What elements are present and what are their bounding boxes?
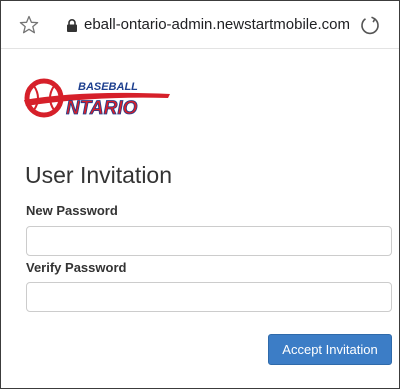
page-title: User Invitation: [25, 162, 173, 188]
reload-icon[interactable]: [359, 14, 381, 36]
star-icon[interactable]: [19, 15, 39, 35]
new-password-label: New Password: [26, 203, 118, 218]
verify-password-input[interactable]: [26, 282, 392, 312]
baseball-ontario-logo: BASEBALL NTARIO: [22, 74, 172, 120]
accept-invitation-button[interactable]: Accept Invitation: [268, 334, 392, 365]
url-text[interactable]: eball-ontario-admin.newstartmobile.com: [84, 16, 350, 33]
lock-icon[interactable]: [66, 19, 78, 32]
browser-window: eball-ontario-admin.newstartmobile.com B…: [0, 0, 400, 389]
browser-address-bar: eball-ontario-admin.newstartmobile.com: [1, 1, 399, 49]
logo-text-baseball: BASEBALL: [78, 81, 138, 93]
verify-password-label: Verify Password: [26, 260, 127, 275]
new-password-input[interactable]: [26, 226, 392, 256]
logo-text-ntario: NTARIO: [66, 98, 138, 119]
